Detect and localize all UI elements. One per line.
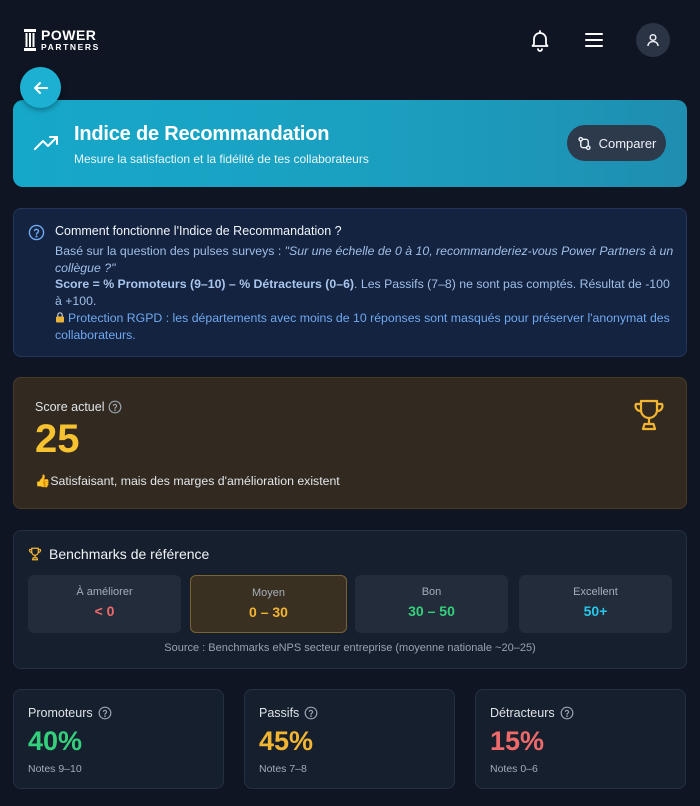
info-title: Comment fonctionne l'Indice de Recommand…	[55, 224, 342, 238]
info-formula: Score = % Promoteurs (9–10) – % Détracte…	[55, 277, 355, 292]
brand-logo[interactable]: POWER PARTNERS	[24, 28, 100, 52]
benchmarks-source: Source : Benchmarks eNPS secteur entrepr…	[164, 642, 536, 654]
back-button[interactable]	[20, 67, 61, 108]
info-rgpd: Protection RGPD : les départements avec …	[55, 311, 670, 342]
menu-button[interactable]	[581, 27, 607, 53]
page-title: Indice de Recommandation	[74, 123, 330, 145]
stat-note: Notes 7–8	[259, 763, 307, 775]
stat-value: 45%	[259, 726, 314, 756]
benchmark-label: À améliorer	[76, 586, 133, 598]
notifications-button[interactable]	[527, 27, 553, 53]
benchmark-label: Excellent	[573, 586, 618, 598]
compare-label: Comparer	[598, 135, 657, 151]
stat-card-promoteurs: Promoteurs 40% Notes 9–10	[13, 689, 224, 789]
score-status-text: Satisfaisant, mais des marges d'améliora…	[50, 474, 340, 488]
stat-label-text: Promoteurs	[28, 706, 93, 720]
benchmark-range: 30 – 50	[408, 603, 455, 619]
benchmark-label: Moyen	[251, 587, 286, 599]
user-avatar-button[interactable]	[636, 23, 670, 57]
stat-label: Promoteurs	[28, 706, 112, 720]
compare-button[interactable]: Comparer	[567, 125, 666, 161]
menu-icon	[585, 33, 603, 47]
stat-note: Notes 9–10	[28, 763, 82, 775]
info-rgpd-text: Protection RGPD : les départements avec …	[55, 310, 670, 342]
hero-banner: Indice de Recommandation Mesure la satis…	[13, 100, 687, 187]
benchmark-tile-bon: Bon 30 – 50	[355, 575, 508, 633]
pillar-icon	[24, 28, 36, 51]
benchmarks-panel: Benchmarks de référence À améliorer < 0 …	[13, 530, 687, 669]
arrow-left-icon	[33, 81, 48, 94]
benchmark-tile-moyen: Moyen 0 – 30	[190, 575, 347, 633]
stat-label: Passifs	[259, 706, 318, 720]
user-icon	[647, 33, 659, 47]
score-value: 25	[35, 417, 80, 461]
top-bar: POWER PARTNERS	[0, 0, 700, 80]
benchmark-range: 0 – 30	[249, 604, 288, 620]
benchmark-range: < 0	[94, 603, 115, 619]
trending-up-icon	[34, 136, 58, 150]
benchmark-label: Bon	[421, 586, 442, 598]
bell-icon	[531, 30, 549, 52]
stat-label-text: Passifs	[259, 706, 300, 720]
benchmark-range: 50+	[583, 603, 608, 619]
score-label: Score actuel	[35, 400, 122, 414]
help-circle-icon[interactable]	[98, 706, 112, 720]
info-body: Basé sur la question des pulses surveys …	[55, 243, 675, 343]
benchmarks-header: Benchmarks de référence	[28, 546, 209, 562]
help-circle-icon	[28, 224, 45, 241]
info-panel: Comment fonctionne l'Indice de Recommand…	[13, 208, 687, 357]
score-status: 👍Satisfaisant, mais des marges d'amélior…	[35, 474, 340, 489]
help-circle-icon[interactable]	[304, 706, 318, 720]
info-question-prefix: Basé sur la question des pulses surveys …	[55, 244, 285, 258]
stat-label-text: Détracteurs	[490, 706, 555, 720]
stat-note: Notes 0–6	[490, 763, 538, 775]
trophy-icon	[634, 399, 664, 431]
benchmark-tile-excellent: Excellent 50+	[519, 575, 672, 633]
benchmark-tile-ameliorer: À améliorer < 0	[28, 575, 181, 633]
thumbs-up-icon: 👍	[35, 474, 51, 488]
stat-value: 40%	[28, 726, 83, 756]
stat-card-passifs: Passifs 45% Notes 7–8	[244, 689, 455, 789]
help-circle-icon[interactable]	[108, 400, 122, 414]
lock-icon	[56, 312, 64, 323]
score-card: Score actuel 25 👍Satisfaisant, mais des …	[13, 377, 687, 509]
help-circle-icon[interactable]	[560, 706, 574, 720]
stat-card-detracteurs: Détracteurs 15% Notes 0–6	[475, 689, 686, 789]
page-subtitle: Mesure la satisfaction et la fidélité de…	[74, 152, 369, 166]
brand-line-2: PARTNERS	[41, 42, 100, 52]
trophy-icon	[28, 547, 42, 561]
stat-label: Détracteurs	[490, 706, 574, 720]
brand-line-1: POWER	[41, 27, 97, 43]
compare-icon	[577, 136, 591, 150]
score-label-text: Score actuel	[35, 400, 105, 414]
benchmarks-title: Benchmarks de référence	[49, 546, 210, 562]
stat-value: 15%	[490, 726, 545, 756]
